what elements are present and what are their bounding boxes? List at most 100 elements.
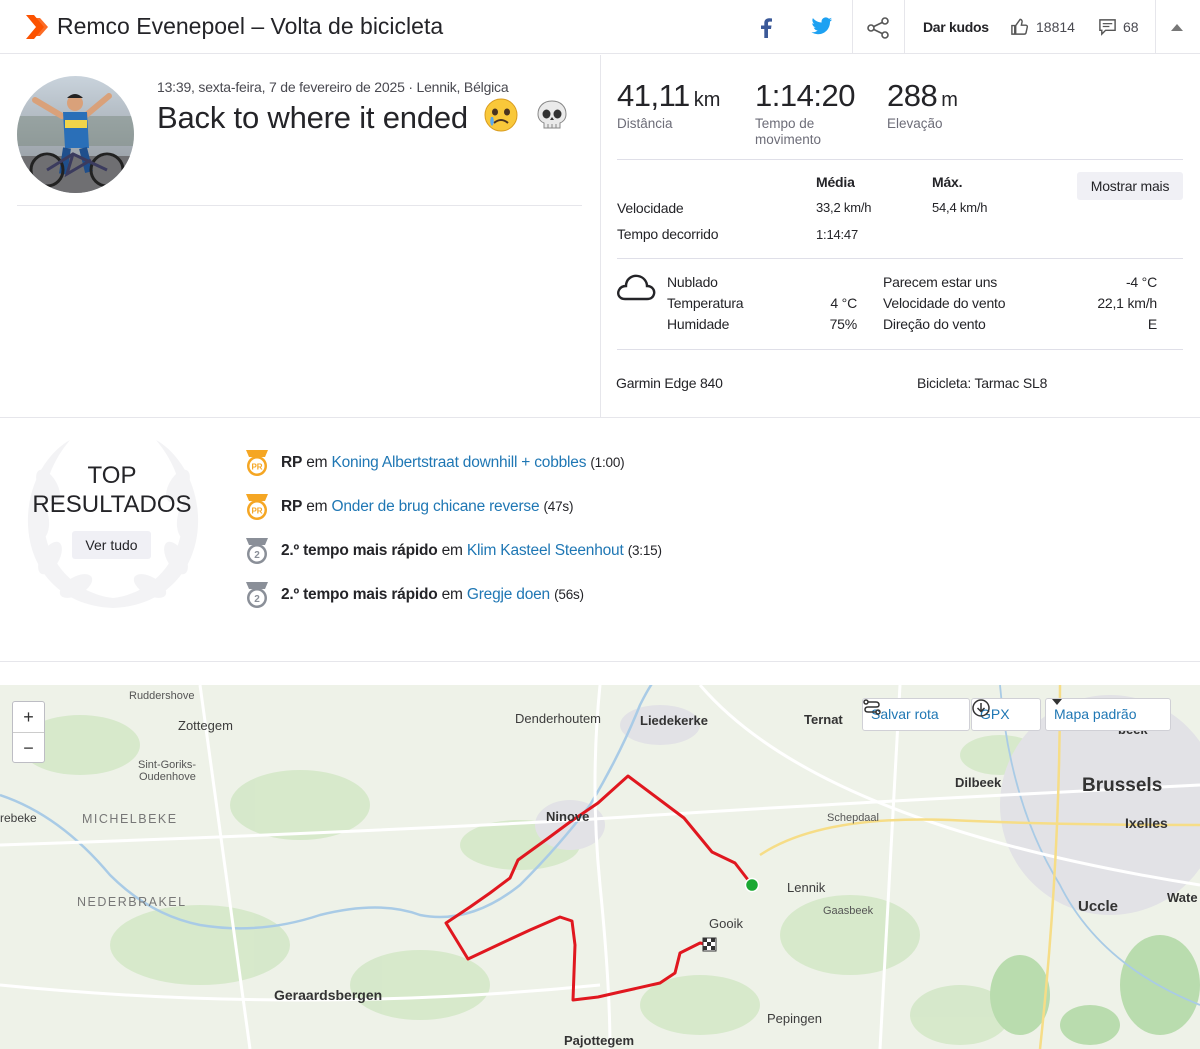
top-results-section: TOP RESULTADOS Ver tudo PR RP em Koning … <box>0 418 1200 661</box>
moving-time-value: 1:14:20 <box>755 78 855 113</box>
elevation-label: Elevação <box>887 116 943 131</box>
achievement-connector: em <box>306 454 328 471</box>
achievement-type: 2.º tempo mais rápido <box>281 586 438 603</box>
map-type-dropdown[interactable]: Mapa padrão <box>1045 698 1171 731</box>
svg-text:2: 2 <box>254 550 260 561</box>
speed-avg: 33,2 km/h <box>816 200 872 215</box>
divider <box>17 205 582 206</box>
map-type-label: Mapa padrão <box>1054 706 1137 722</box>
activity-summary: 13:39, sexta-feira, 7 de fevereiro de 20… <box>0 55 600 417</box>
map-label: Oudenhove <box>139 771 196 783</box>
save-route-label: Salvar rota <box>871 706 939 722</box>
route-start-marker <box>744 877 760 893</box>
wind-direction-label: Direção do vento <box>883 316 986 332</box>
map-label: Zottegem <box>178 718 233 733</box>
give-kudos-button[interactable]: Dar kudos <box>923 19 989 35</box>
segment-link[interactable]: Klim Kasteel Steenhout <box>467 542 624 559</box>
elapsed-time-avg: 1:14:47 <box>816 227 858 242</box>
route-finish-marker <box>702 937 717 952</box>
skull-emoji-icon <box>537 100 567 129</box>
segment-time: (1:00) <box>590 455 625 470</box>
comment-icon[interactable] <box>1098 17 1117 36</box>
temperature-label: Temperatura <box>667 295 744 311</box>
save-route-button[interactable]: Salvar rota <box>862 698 970 731</box>
map-label: Ixelles <box>1125 815 1168 831</box>
elevation-unit: m <box>941 89 958 111</box>
achievement-connector: em <box>306 498 328 515</box>
map-label: Ninove <box>546 809 590 824</box>
cloud-icon <box>617 274 656 301</box>
col-max-header: Máx. <box>932 174 963 190</box>
facebook-share-icon[interactable] <box>760 17 772 38</box>
device-name: Garmin Edge 840 <box>616 375 723 391</box>
top-results-title-line2: RESULTADOS <box>32 491 192 518</box>
achievement-item: PR RP em Koning Albertstraat downhill + … <box>243 448 625 478</box>
segment-link[interactable]: Koning Albertstraat downhill + cobbles <box>332 454 587 471</box>
speed-max: 54,4 km/h <box>932 200 988 215</box>
map-label: rebeke <box>0 811 37 825</box>
see-all-button[interactable]: Ver tudo <box>72 531 151 559</box>
twitter-share-icon[interactable] <box>811 17 833 36</box>
elapsed-time-label: Tempo decorrido <box>617 226 719 242</box>
collapse-chevron-icon[interactable] <box>1171 23 1183 31</box>
svg-text:PR: PR <box>251 463 262 472</box>
feels-like-label: Parecem estar uns <box>883 274 998 290</box>
top-results-title-line1: TOP <box>87 462 137 489</box>
map-label: Dilbeek <box>955 775 1002 790</box>
distance-label: Distância <box>617 116 673 131</box>
gpx-download-button[interactable]: GPX <box>971 698 1041 731</box>
map-canvas[interactable] <box>0 685 1200 1049</box>
activity-title-text: Back to where it ended <box>157 100 468 135</box>
map-label: Uccle <box>1078 898 1119 915</box>
map-label: Liedekerke <box>640 713 708 728</box>
show-more-button[interactable]: Mostrar mais <box>1077 172 1183 200</box>
map-label: Sint-Goriks- <box>138 759 197 771</box>
download-icon <box>972 699 990 717</box>
zoom-control: + − <box>12 701 45 763</box>
map-label: MICHELBEKE <box>82 812 178 826</box>
wind-speed-value: 22,1 km/h <box>1097 295 1157 311</box>
weather-condition: Nublado <box>667 274 718 290</box>
achievement-item: 2 2.º tempo mais rápido em Klim Kasteel … <box>243 536 662 566</box>
map-label: Gaasbeek <box>823 905 874 917</box>
distance-unit: km <box>693 89 721 111</box>
top-results-title: TOP RESULTADOS <box>22 461 202 519</box>
zoom-out-button[interactable]: − <box>13 733 44 763</box>
elevation-value: 288 <box>887 78 938 113</box>
route-icon <box>863 699 881 715</box>
temperature-value: 4 °C <box>830 295 857 311</box>
svg-text:PR: PR <box>251 507 262 516</box>
kudos-count[interactable]: 18814 <box>1036 19 1075 35</box>
comments-count[interactable]: 68 <box>1123 19 1139 35</box>
map-label: Schepdaal <box>827 812 879 824</box>
map-label: Wate <box>1167 890 1198 905</box>
segment-link[interactable]: Gregje doen <box>467 586 550 603</box>
zoom-in-button[interactable]: + <box>13 702 44 732</box>
col-avg-header: Média <box>816 174 855 190</box>
route-map[interactable]: Ruddershove Zottegem Sint-Goriks- Oudenh… <box>0 685 1200 1049</box>
map-label: Brussels <box>1082 775 1163 796</box>
pr-medal-icon: PR <box>246 494 268 520</box>
divider <box>617 159 1183 160</box>
achievement-connector: em <box>441 542 463 559</box>
wind-speed-label: Velocidade do vento <box>883 295 1006 311</box>
feels-like-value: -4 °C <box>1125 274 1157 290</box>
activity-header: Remco Evenepoel – Volta de bicicleta Dar… <box>0 0 1200 54</box>
segment-time: (3:15) <box>627 543 662 558</box>
crying-face-emoji-icon <box>484 98 518 132</box>
segment-link[interactable]: Onder de brug chicane reverse <box>332 498 540 515</box>
map-label: Gooik <box>709 916 743 931</box>
athlete-avatar[interactable] <box>17 76 134 193</box>
moving-time-label: Tempo de movimento <box>755 116 822 147</box>
achievement-type: RP <box>281 454 303 471</box>
thumbs-up-icon[interactable] <box>1010 17 1029 36</box>
bike-name: Bicicleta: Tarmac SL8 <box>917 375 1048 391</box>
achievement-item: PR RP em Onder de brug chicane reverse (… <box>243 492 573 522</box>
map-label: Geraardsbergen <box>274 987 383 1003</box>
share-icon[interactable] <box>866 17 890 39</box>
humidity-label: Humidade <box>667 316 730 332</box>
activity-title: Back to where it ended <box>157 98 569 136</box>
laurel-wreath-icon <box>27 440 199 608</box>
map-label: Pepingen <box>767 1011 822 1026</box>
distance-value: 41,11 <box>617 78 690 113</box>
